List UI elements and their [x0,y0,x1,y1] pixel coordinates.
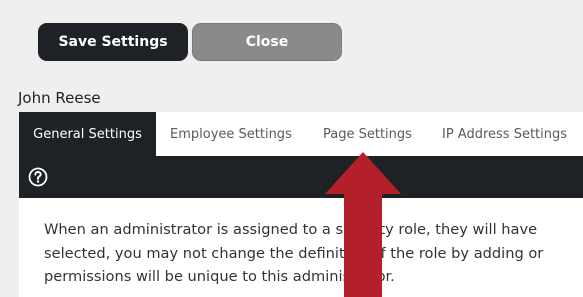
description-line: When an administrator is assigned to a s… [44,221,538,238]
tab-ip-address-settings[interactable]: IP Address Settings [442,112,567,156]
save-settings-button[interactable]: Save Settings [38,23,188,61]
red-up-arrow-icon [325,152,401,297]
tab-general-settings[interactable]: General Settings [19,112,156,156]
description-line: permissions will be unique to this admin… [44,268,395,285]
settings-panel: General Settings Employee Settings Page … [19,112,583,297]
help-icon[interactable] [28,167,48,187]
settings-tabs: General Settings Employee Settings Page … [19,112,583,156]
tab-employee-settings[interactable]: Employee Settings [170,112,292,156]
tab-page-settings[interactable]: Page Settings [323,112,412,156]
role-description: When an administrator is assigned to a s… [44,218,583,289]
description-line: selected, you may not change the definit… [44,244,544,262]
close-button[interactable]: Close [192,23,342,61]
user-name: John Reese [18,89,101,107]
panel-toolbar [19,156,583,198]
